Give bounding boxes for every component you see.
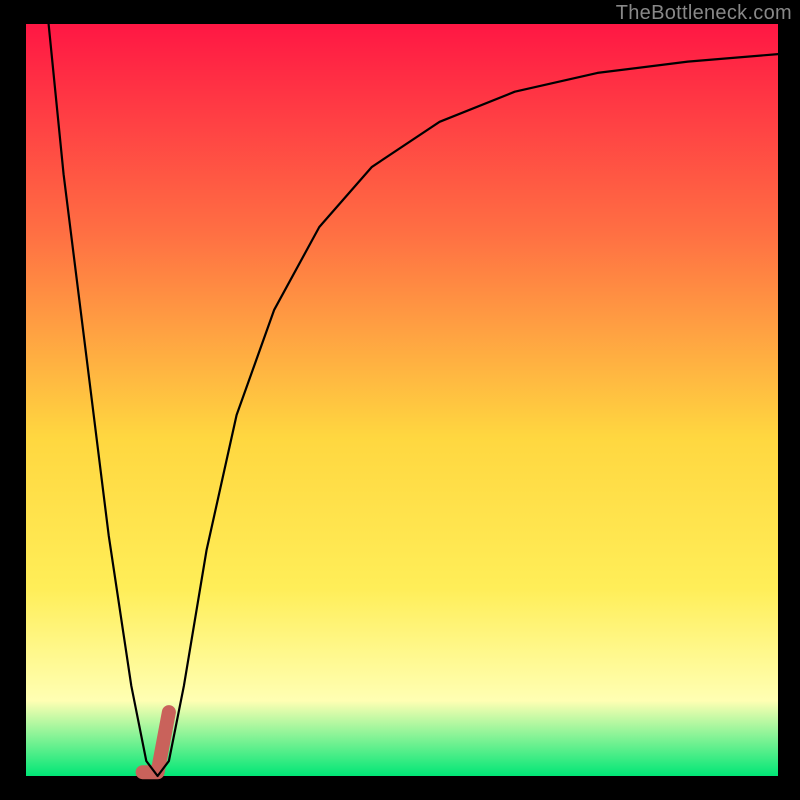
chart-container: TheBottleneck.com: [0, 0, 800, 800]
bottleneck-chart: [0, 0, 800, 800]
gradient-background: [26, 24, 778, 776]
watermark-text: TheBottleneck.com: [616, 2, 792, 25]
